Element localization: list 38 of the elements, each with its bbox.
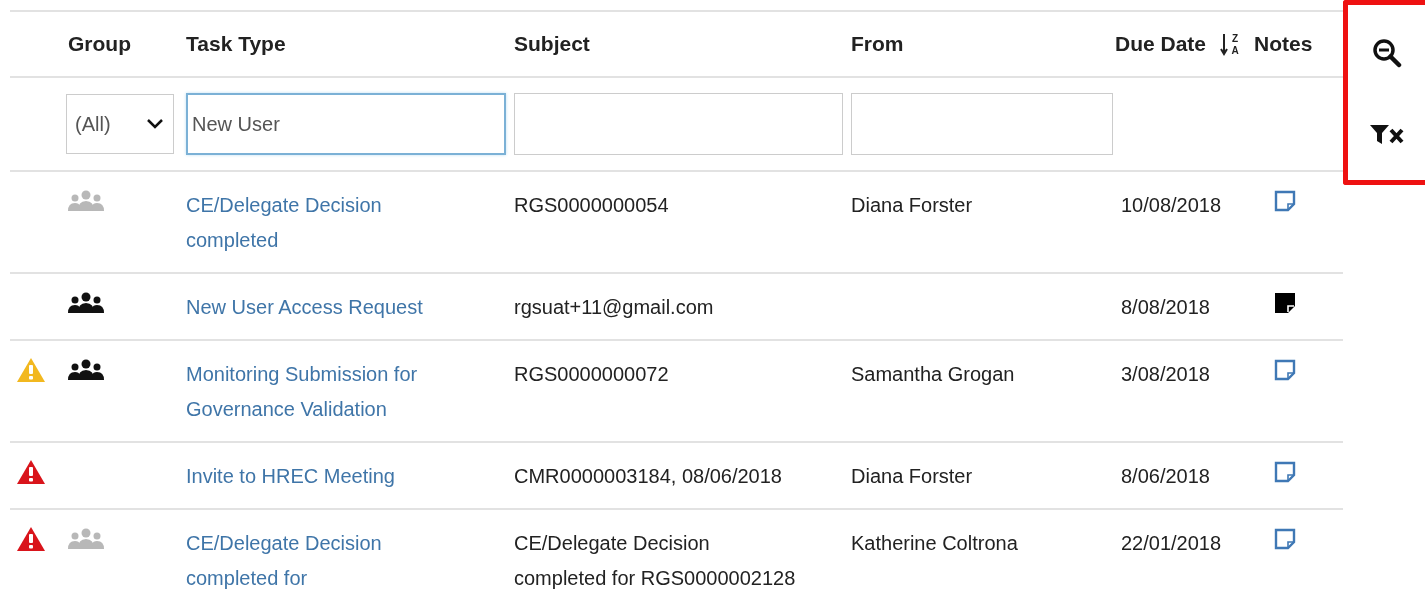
from-filter-field[interactable] <box>851 93 1113 155</box>
due-date-text: 3/08/2018 <box>1121 363 1210 385</box>
due-date-text: 8/06/2018 <box>1121 465 1210 487</box>
group-filter-dropdown[interactable]: (All) <box>66 94 174 154</box>
from-text: Katherine Coltrona <box>851 532 1018 554</box>
task-type-filter-field[interactable]: New User <box>186 93 506 155</box>
table-row[interactable]: CE/Delegate Decision completed for CE/Delegate Decision completed for RGS0000002128 Katherine Coltrona 22/01/2018 <box>10 508 1343 595</box>
column-header[interactable]: Due Date <box>1115 32 1207 56</box>
table-row[interactable]: New User Access Request rgsuat+11@gmail.com 8/08/2018 <box>10 272 1343 339</box>
table-row[interactable]: Monitoring Submission for Governance Validation RGS0000000072 Samantha Grogan 3/08/2018 <box>10 339 1343 441</box>
subject-text: RGS0000000072 <box>514 362 670 387</box>
zoom-out-icon[interactable] <box>1371 38 1402 69</box>
subject-text: RGS0000000054 <box>514 193 670 218</box>
due-date-text: 10/08/2018 <box>1121 194 1222 216</box>
due-date-text: 8/08/2018 <box>1121 296 1210 318</box>
subject-filter-field[interactable] <box>514 93 843 155</box>
note-icon[interactable] <box>1274 292 1296 314</box>
column-header[interactable]: Subject <box>508 32 845 56</box>
task-type-link[interactable]: Monitoring Submission for Governance Validation <box>186 357 466 427</box>
task-type-link[interactable]: Invite to HREC Meeting <box>186 459 466 494</box>
from-text: Diana Forster <box>851 465 973 487</box>
column-header[interactable]: Task Type <box>180 32 508 56</box>
column-header[interactable]: Group <box>62 32 180 56</box>
table-row[interactable]: Invite to HREC Meeting CMR0000003184, 08/06/2018 Diana Forster 8/06/2018 <box>10 441 1343 508</box>
subject-text: rgsuat+11@gmail.com <box>514 295 715 320</box>
clear-filter-icon[interactable] <box>1368 122 1405 145</box>
from-text: Diana Forster <box>851 194 973 216</box>
column-header[interactable]: From <box>845 32 1115 56</box>
column-header[interactable]: Notes <box>1254 32 1343 56</box>
due-date-text: 22/01/2018 <box>1121 532 1222 554</box>
table-row[interactable]: CE/Delegate Decision completed RGS0000000054 Diana Forster 10/08/2018 <box>10 170 1343 272</box>
subject-text: CE/Delegate Decision completed for RGS0000002128 <box>514 531 797 591</box>
task-type-link[interactable]: CE/Delegate Decision completed for <box>186 526 466 595</box>
subject-text: CMR0000003184, 08/06/2018 <box>514 464 783 489</box>
task-type-link[interactable]: New User Access Request <box>186 290 466 325</box>
from-text: Samantha Grogan <box>851 363 1015 385</box>
task-type-link[interactable]: CE/Delegate Decision completed <box>186 188 466 258</box>
chevron-down-icon <box>147 119 163 129</box>
